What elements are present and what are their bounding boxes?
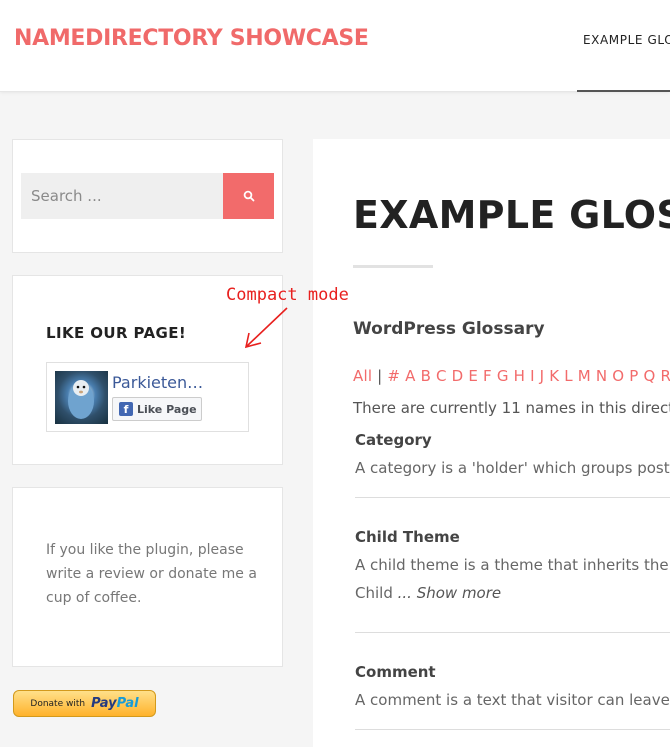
entry-term: Category bbox=[355, 431, 432, 449]
parakeet-icon bbox=[68, 380, 94, 419]
search-button[interactable] bbox=[223, 173, 274, 219]
search-widget bbox=[12, 139, 283, 253]
entry-description-tail: Child bbox=[355, 584, 393, 602]
donate-text: If you like the plugin, please write a r… bbox=[46, 542, 257, 606]
page-title: EXAMPLE GLOS bbox=[353, 193, 670, 237]
donate-widget: If you like the plugin, please write a r… bbox=[12, 487, 283, 667]
entry-divider bbox=[355, 497, 670, 498]
search-input[interactable] bbox=[21, 173, 223, 219]
title-divider bbox=[353, 265, 433, 268]
facebook-page-name[interactable]: Parkieten… bbox=[112, 373, 203, 392]
letter-nav-separator: | bbox=[377, 367, 383, 385]
entry-description-continued: Child ... Show more bbox=[355, 584, 670, 602]
name-count-text: There are currently 11 names in this dir… bbox=[353, 399, 670, 417]
entry-term: Child Theme bbox=[355, 528, 460, 546]
letter-filter-list[interactable]: # A B C D E F G H I J K L M N O P Q R S … bbox=[387, 367, 670, 385]
paypal-logo-pal: Pal bbox=[116, 696, 139, 711]
glossary-title: WordPress Glossary bbox=[353, 319, 545, 339]
entry-term: Comment bbox=[355, 663, 436, 681]
facebook-page-box: Parkieten… f Like Page bbox=[46, 362, 249, 432]
entry-description: A child theme is a theme that inherits t… bbox=[355, 556, 670, 574]
paypal-logo: PayPal bbox=[91, 696, 138, 711]
entry-divider bbox=[355, 632, 670, 633]
search-icon bbox=[243, 190, 254, 202]
nav-item-example-glossary[interactable]: EXAMPLE GLO bbox=[583, 33, 670, 47]
main-content: EXAMPLE GLOS WordPress Glossary All | # … bbox=[313, 139, 670, 747]
facebook-icon: f bbox=[119, 402, 133, 416]
nav-active-underline bbox=[577, 90, 670, 92]
paypal-logo-pay: Pay bbox=[91, 696, 117, 711]
glossary-entry: Comment A comment is a text that visitor… bbox=[355, 663, 670, 709]
paypal-donate-label: Donate with bbox=[30, 698, 86, 709]
glossary-entry: Category A category is a 'holder' which … bbox=[355, 431, 670, 477]
facebook-like-button[interactable]: f Like Page bbox=[112, 397, 202, 421]
show-more-link[interactable]: ... Show more bbox=[398, 584, 502, 602]
site-title[interactable]: NAMEDIRECTORY SHOWCASE bbox=[14, 26, 369, 51]
entry-description: A comment is a text that visitor can lea… bbox=[355, 691, 670, 709]
letter-navigation: All | # A B C D E F G H I J K L M N O P … bbox=[353, 367, 670, 385]
glossary-entry: Child Theme A child theme is a theme tha… bbox=[355, 528, 670, 602]
site-header: NAMEDIRECTORY SHOWCASE EXAMPLE GLO bbox=[0, 0, 670, 92]
letter-filter-all[interactable]: All bbox=[353, 367, 372, 385]
facebook-like-label: Like Page bbox=[137, 402, 197, 416]
entry-divider bbox=[355, 729, 670, 730]
facebook-page-avatar[interactable] bbox=[55, 371, 108, 424]
paypal-donate-button[interactable]: Donate with PayPal bbox=[13, 690, 156, 717]
entry-description: A category is a 'holder' which groups po… bbox=[355, 459, 670, 477]
like-widget-title: LIKE OUR PAGE! bbox=[46, 324, 187, 342]
annotation-arrow-icon bbox=[244, 307, 288, 349]
